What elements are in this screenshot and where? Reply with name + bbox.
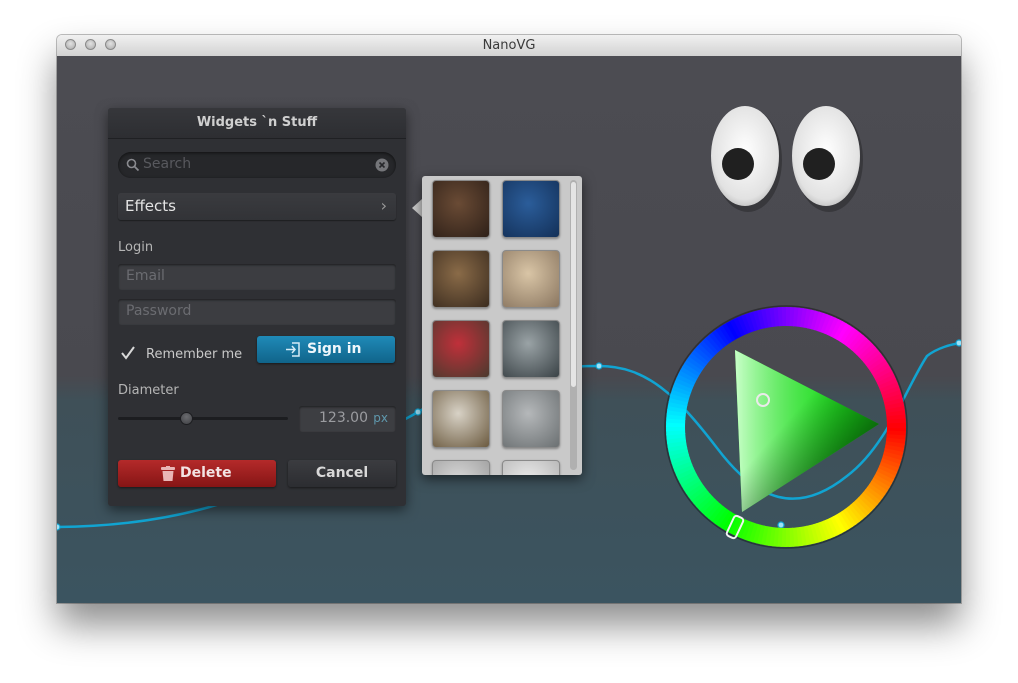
password-field[interactable]: Password (118, 299, 396, 325)
delete-label: Delete (180, 465, 232, 481)
diameter-unit: px (373, 411, 388, 425)
remember-label: Remember me (146, 347, 243, 362)
color-triangle (735, 350, 879, 512)
popup-arrow (412, 199, 422, 217)
cancel-button[interactable]: Cancel (288, 460, 396, 487)
thumb-mouse[interactable] (502, 390, 560, 448)
trash-icon (161, 466, 175, 481)
graph-point (57, 523, 61, 531)
right-pupil (803, 148, 835, 180)
graph-point (955, 339, 961, 347)
diameter-value: 123.00 (319, 410, 368, 426)
diameter-slider-knob[interactable] (180, 412, 193, 425)
chevron-right-icon: › (380, 196, 387, 215)
hue-segment (886, 422, 906, 429)
title-bar: NanoVG (57, 35, 961, 57)
thumb-partial-2[interactable] (502, 460, 560, 475)
demo-canvas[interactable]: Widgets `n Stuff Search Effects › Login (57, 56, 961, 603)
image-picker-popup (422, 176, 582, 475)
remember-checkbox[interactable] (120, 345, 136, 361)
widgets-panel: Widgets `n Stuff Search Effects › Login (108, 108, 406, 506)
search-input[interactable]: Search (118, 152, 396, 178)
popup-scroll-thumb[interactable] (571, 182, 576, 387)
email-placeholder: Email (126, 268, 165, 284)
diameter-number-field[interactable]: 123.00 px (299, 406, 396, 432)
search-icon (126, 158, 140, 172)
left-pupil (722, 148, 754, 180)
effects-dropdown[interactable]: Effects › (118, 193, 396, 220)
thumb-rodent[interactable] (432, 250, 490, 308)
checkmark-icon (121, 346, 135, 360)
graph-point (777, 521, 785, 529)
sign-in-button[interactable]: Sign in (257, 336, 395, 363)
thumb-dog[interactable] (432, 180, 490, 238)
password-placeholder: Password (126, 303, 192, 319)
effects-label: Effects (125, 197, 176, 215)
thumb-jellyfish[interactable] (502, 180, 560, 238)
diameter-label: Diameter (118, 383, 179, 398)
app-window: NanoVG Widgets `n Stuff Search Effects ›… (57, 35, 961, 603)
cancel-label: Cancel (315, 465, 369, 481)
graph-point (595, 362, 603, 370)
graph-point (414, 408, 422, 416)
diameter-slider-track[interactable] (118, 417, 288, 420)
login-icon (286, 342, 300, 357)
panel-header: Widgets `n Stuff (108, 108, 406, 139)
email-field[interactable]: Email (118, 264, 396, 290)
window-title: NanoVG (482, 38, 536, 53)
thumb-tortoise[interactable] (432, 390, 490, 448)
delete-button[interactable]: Delete (118, 460, 276, 487)
eyes (711, 106, 863, 212)
panel-title: Widgets `n Stuff (196, 115, 318, 130)
clear-search-icon[interactable] (375, 158, 389, 172)
thumb-bunny[interactable] (502, 250, 560, 308)
search-placeholder: Search (143, 156, 192, 172)
sign-in-label: Sign in (307, 341, 362, 357)
login-label: Login (118, 240, 154, 255)
thumb-partial-1[interactable] (432, 460, 490, 475)
thumb-koala[interactable] (502, 320, 560, 378)
thumb-cat-hat[interactable] (432, 320, 490, 378)
